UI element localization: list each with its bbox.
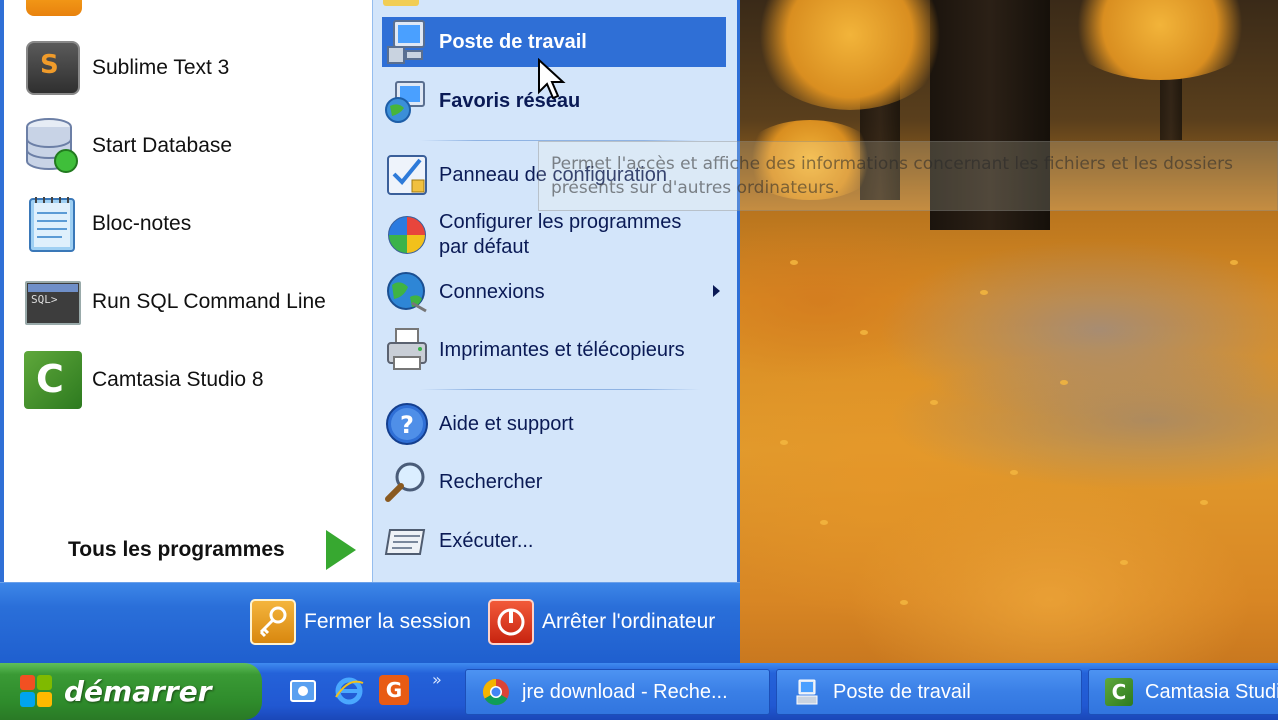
default-programs-icon bbox=[382, 210, 432, 260]
place-printers[interactable]: Imprimantes et télécopieurs bbox=[382, 325, 726, 375]
task-camtasia[interactable]: C Camtasia Studio bbox=[1088, 669, 1278, 715]
camtasia-icon: C bbox=[1105, 678, 1133, 706]
my-computer-icon bbox=[382, 17, 432, 67]
power-icon bbox=[488, 599, 534, 645]
place-label: Rechercher bbox=[439, 470, 543, 493]
program-notepad[interactable]: Bloc-notes bbox=[22, 189, 362, 259]
mouse-cursor-icon bbox=[538, 58, 566, 100]
place-label-line1: Configurer les programmes bbox=[439, 211, 682, 233]
search-icon bbox=[382, 457, 432, 507]
quick-launch-overflow-button[interactable]: » bbox=[432, 670, 442, 689]
program-label: Run SQL Command Line bbox=[92, 290, 326, 313]
arrow-right-icon bbox=[326, 530, 356, 570]
task-my-computer[interactable]: Poste de travail bbox=[776, 669, 1082, 715]
program-label: Camtasia Studio 8 bbox=[92, 368, 264, 391]
control-panel-icon bbox=[382, 150, 432, 200]
shutdown-button[interactable]: Arrêter l'ordinateur bbox=[488, 598, 715, 646]
logoff-button[interactable]: Fermer la session bbox=[250, 598, 471, 646]
separator bbox=[420, 389, 700, 390]
place-label: Connexions bbox=[439, 280, 545, 303]
start-label: démarrer bbox=[64, 675, 212, 708]
notepad-icon bbox=[22, 193, 84, 255]
all-programs-label: Tous les programmes bbox=[68, 538, 285, 561]
network-places-icon bbox=[382, 76, 432, 126]
program-sublime-text[interactable]: S Sublime Text 3 bbox=[22, 33, 362, 103]
start-button[interactable]: démarrer bbox=[0, 663, 262, 720]
task-label: Poste de travail bbox=[833, 680, 971, 703]
vlc-icon[interactable] bbox=[26, 0, 82, 16]
place-connections[interactable]: Connexions bbox=[382, 267, 726, 317]
printer-icon bbox=[382, 325, 432, 375]
foliage bbox=[1060, 0, 1260, 80]
place-label: Poste de travail bbox=[439, 30, 587, 53]
programs-pane: S Sublime Text 3 Start Database Bloc-not… bbox=[0, 0, 372, 582]
google-icon[interactable]: G bbox=[379, 675, 411, 707]
my-computer-icon bbox=[793, 678, 821, 706]
place-run[interactable]: Exécuter... bbox=[382, 516, 726, 566]
place-label-line2: par défaut bbox=[439, 236, 530, 258]
tooltip: Permet l'accès et affiche des informatio… bbox=[538, 141, 1278, 211]
program-label: Bloc-notes bbox=[92, 212, 192, 235]
windows-logo-icon bbox=[20, 674, 54, 709]
connections-icon bbox=[382, 267, 432, 317]
all-programs-button[interactable]: Tous les programmes bbox=[68, 526, 368, 574]
chrome-icon bbox=[482, 678, 510, 706]
database-icon bbox=[22, 115, 84, 177]
shutdown-label: Arrêter l'ordinateur bbox=[542, 610, 716, 633]
program-label: Sublime Text 3 bbox=[92, 56, 230, 79]
program-camtasia[interactable]: C Camtasia Studio 8 bbox=[22, 345, 362, 415]
task-label: jre download - Reche... bbox=[522, 680, 728, 703]
place-label: Configurer les programmes par défaut bbox=[439, 210, 681, 260]
svg-text:?: ? bbox=[400, 411, 414, 439]
submenu-arrow-icon bbox=[713, 285, 720, 297]
program-start-database[interactable]: Start Database bbox=[22, 111, 362, 181]
place-label: Aide et support bbox=[439, 412, 574, 435]
place-help-support[interactable]: ? Aide et support bbox=[382, 399, 726, 449]
task-label: Camtasia Studio bbox=[1145, 680, 1278, 703]
place-default-programs[interactable]: Configurer les programmes par défaut bbox=[382, 208, 726, 262]
tooltip-line: présents sur d'autres ordinateurs. bbox=[551, 178, 840, 198]
help-icon: ? bbox=[382, 399, 432, 449]
logoff-label: Fermer la session bbox=[304, 610, 471, 633]
show-desktop-icon[interactable] bbox=[287, 675, 319, 707]
place-label: Exécuter... bbox=[439, 529, 534, 552]
internet-explorer-icon[interactable] bbox=[333, 675, 365, 707]
program-label: Start Database bbox=[92, 134, 233, 157]
place-label: Imprimantes et télécopieurs bbox=[439, 338, 685, 361]
program-sql-command-line[interactable]: SQL> Run SQL Command Line bbox=[22, 267, 362, 337]
run-icon bbox=[382, 516, 432, 566]
tooltip-line: Permet l'accès et affiche des informatio… bbox=[551, 154, 1234, 174]
key-icon bbox=[250, 599, 296, 645]
foliage bbox=[750, 0, 950, 110]
start-menu: S Sublime Text 3 Start Database Bloc-not… bbox=[0, 0, 740, 663]
sublime-text-icon: S bbox=[22, 37, 84, 99]
camtasia-icon: C bbox=[22, 349, 84, 411]
folder-icon bbox=[383, 0, 419, 6]
place-search[interactable]: Rechercher bbox=[382, 457, 726, 507]
sql-console-icon: SQL> bbox=[22, 271, 84, 333]
task-chrome[interactable]: jre download - Reche... bbox=[465, 669, 770, 715]
